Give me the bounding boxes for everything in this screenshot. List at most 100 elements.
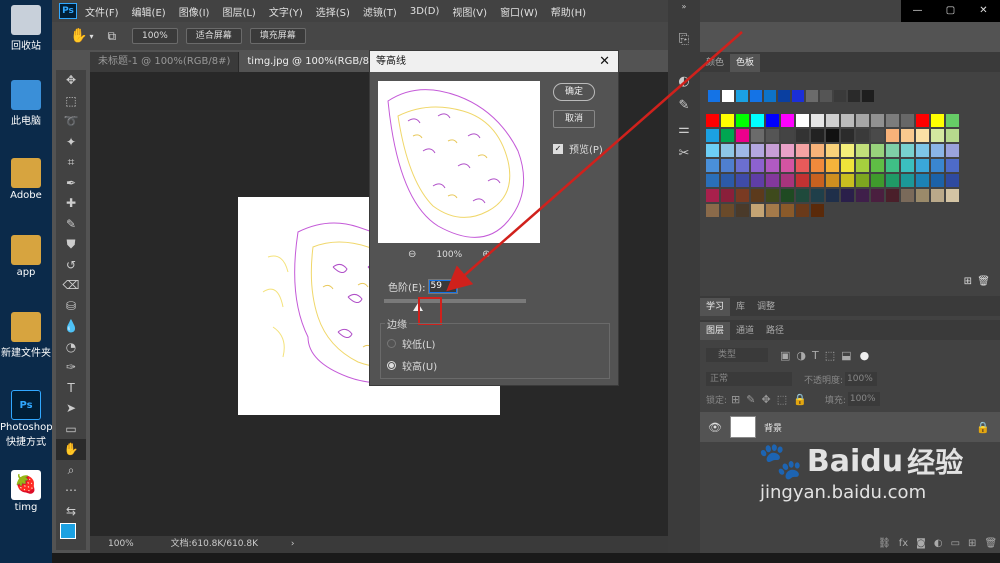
marquee-tool-icon[interactable]: ⬚ xyxy=(56,91,86,112)
zoom-out-icon[interactable]: ⊖ xyxy=(408,249,416,260)
filter-adjust-icon[interactable]: ◑ xyxy=(796,349,806,362)
swatch[interactable] xyxy=(820,90,832,102)
swatch[interactable] xyxy=(916,144,929,157)
swatch[interactable] xyxy=(721,159,734,172)
swatch[interactable] xyxy=(706,159,719,172)
menu-item[interactable]: 帮助(H) xyxy=(551,4,586,19)
document-tab[interactable]: timg.jpg @ 100%(RGB/8#) xyxy=(239,52,391,72)
swap-colors-icon[interactable]: ⇆ xyxy=(56,501,86,522)
swatch[interactable] xyxy=(796,114,809,127)
swatch[interactable] xyxy=(722,90,734,102)
pen-tool-icon[interactable]: ✑ xyxy=(56,357,86,378)
tab-learn[interactable]: 学习 xyxy=(700,298,731,316)
swatch[interactable] xyxy=(931,159,944,172)
close-button[interactable]: ✕ xyxy=(967,0,1000,22)
blend-mode-select[interactable]: 正常 xyxy=(706,372,792,386)
swatch[interactable] xyxy=(706,174,719,187)
zoom-in-icon[interactable]: ⊕ xyxy=(482,249,490,260)
swatch[interactable] xyxy=(841,159,854,172)
zoom-tool-icon[interactable]: ⌕ xyxy=(56,460,86,481)
swatch[interactable] xyxy=(886,114,899,127)
swatch[interactable] xyxy=(826,144,839,157)
cancel-button[interactable]: 取消 xyxy=(553,110,595,128)
fx-icon[interactable]: fx xyxy=(899,538,908,549)
swatch[interactable] xyxy=(766,129,779,142)
swatch[interactable] xyxy=(841,144,854,157)
filter-smart-icon[interactable]: ⬓ xyxy=(841,349,851,362)
swatch[interactable] xyxy=(931,129,944,142)
swatch[interactable] xyxy=(871,159,884,172)
tab-color[interactable]: 颜色 xyxy=(700,54,730,72)
adjustment-layer-icon[interactable]: ◐ xyxy=(934,538,943,549)
swatch[interactable] xyxy=(781,174,794,187)
swatch[interactable] xyxy=(792,90,804,102)
swatch[interactable] xyxy=(916,129,929,142)
swatch[interactable] xyxy=(871,114,884,127)
type-tool-icon[interactable]: T xyxy=(56,378,86,399)
swatch[interactable] xyxy=(751,174,764,187)
swatch[interactable] xyxy=(946,189,959,202)
filter-shape-icon[interactable]: ⬚ xyxy=(825,349,835,362)
menu-item[interactable]: 编辑(E) xyxy=(132,4,166,19)
swatch[interactable] xyxy=(736,159,749,172)
fill-screen-button[interactable]: 填充屏幕 xyxy=(249,28,306,44)
filter-image-icon[interactable]: ▣ xyxy=(780,349,790,362)
tab-swatches[interactable]: 色板 xyxy=(730,54,761,72)
swatch[interactable] xyxy=(862,90,874,102)
swatch[interactable] xyxy=(781,204,794,217)
radio-high[interactable]: 较高(U) xyxy=(387,358,437,373)
swatch[interactable] xyxy=(841,189,854,202)
swatch[interactable] xyxy=(706,129,719,142)
swatch[interactable] xyxy=(856,159,869,172)
path-select-icon[interactable]: ➤ xyxy=(56,398,86,419)
swatch[interactable] xyxy=(811,204,824,217)
swatch[interactable] xyxy=(886,159,899,172)
swatch[interactable] xyxy=(766,174,779,187)
menu-item[interactable]: 窗口(W) xyxy=(500,4,538,19)
menu-item[interactable]: 图层(L) xyxy=(222,4,255,19)
history-brush-icon[interactable]: ↺ xyxy=(56,255,86,276)
dodge-tool-icon[interactable]: ◔ xyxy=(56,337,86,358)
swatch[interactable] xyxy=(721,114,734,127)
swatch[interactable] xyxy=(811,129,824,142)
lock-pixels-icon[interactable]: ⊞ xyxy=(731,393,740,406)
swatch[interactable] xyxy=(721,204,734,217)
swatch[interactable] xyxy=(931,174,944,187)
swatch[interactable] xyxy=(721,144,734,157)
history-icon[interactable]: ⎘ xyxy=(668,28,700,52)
healing-brush-icon[interactable]: ✚ xyxy=(56,193,86,214)
collapse-icon[interactable]: » xyxy=(668,0,700,14)
visibility-eye-icon[interactable]: 👁 xyxy=(708,421,722,434)
level-slider[interactable] xyxy=(384,299,526,311)
swatch[interactable] xyxy=(834,90,846,102)
color-panel-icon[interactable]: ◐ xyxy=(668,70,700,94)
swatch[interactable] xyxy=(901,129,914,142)
swatch[interactable] xyxy=(886,189,899,202)
swatch[interactable] xyxy=(901,189,914,202)
swatch[interactable] xyxy=(721,174,734,187)
new-swatch-icon[interactable]: ⊞ xyxy=(964,276,972,287)
brush-tool-icon[interactable]: ✎ xyxy=(56,214,86,235)
swatch[interactable] xyxy=(886,129,899,142)
lock-brush-icon[interactable]: ✎ xyxy=(746,393,755,406)
desktop-icon[interactable]: 回收站 xyxy=(0,5,52,52)
swatch[interactable] xyxy=(856,114,869,127)
swatch[interactable] xyxy=(826,189,839,202)
swatch[interactable] xyxy=(946,129,959,142)
tab-paths[interactable]: 路径 xyxy=(760,322,790,340)
menu-item[interactable]: 选择(S) xyxy=(316,4,350,19)
swatch[interactable] xyxy=(781,114,794,127)
scroll-all-windows-icon[interactable]: ⧉ xyxy=(107,29,116,44)
swatch[interactable] xyxy=(856,174,869,187)
swatch[interactable] xyxy=(901,114,914,127)
move-tool-icon[interactable]: ✥ xyxy=(56,70,86,91)
swatch[interactable] xyxy=(751,129,764,142)
fit-screen-button[interactable]: 适合屏幕 xyxy=(185,28,242,44)
swatch[interactable] xyxy=(796,174,809,187)
swatch[interactable] xyxy=(916,174,929,187)
swatch[interactable] xyxy=(901,174,914,187)
quick-select-icon[interactable]: ✦ xyxy=(56,132,86,153)
hand-tool-icon[interactable]: ✋ xyxy=(56,439,86,460)
delete-swatch-icon[interactable]: 🗑 xyxy=(977,276,990,287)
lasso-tool-icon[interactable]: ➰ xyxy=(56,111,86,132)
